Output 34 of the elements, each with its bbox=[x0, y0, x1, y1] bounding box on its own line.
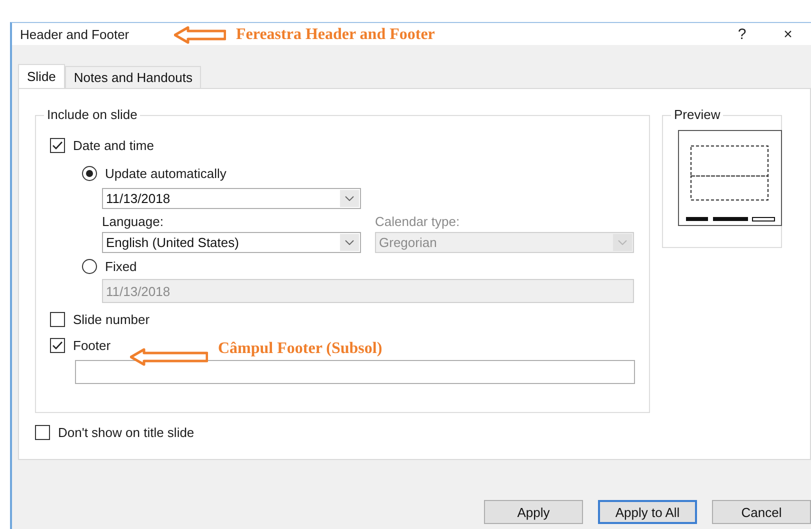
group-label: Preview bbox=[671, 107, 724, 122]
caret-icon bbox=[345, 240, 354, 245]
arrow-icon bbox=[130, 348, 208, 366]
checkbox-label: Slide number bbox=[73, 312, 150, 327]
dialog-button[interactable]: Apply to All bbox=[598, 500, 697, 524]
caret-icon bbox=[345, 196, 354, 201]
close-button[interactable]: × bbox=[765, 23, 811, 45]
help-button[interactable]: ? bbox=[719, 23, 765, 45]
checkbox[interactable] bbox=[50, 312, 65, 327]
window-title: Header and Footer bbox=[20, 26, 130, 42]
checkmark-icon bbox=[52, 141, 63, 150]
annotation-text: Fereastra Header and Footer bbox=[236, 26, 435, 44]
radio-label: Update automatically bbox=[105, 166, 226, 181]
dropdown[interactable]: 11/13/2018 bbox=[102, 188, 361, 209]
checkbox[interactable] bbox=[35, 425, 50, 440]
annotation-text: Câmpul Footer (Subsol) bbox=[218, 340, 382, 358]
checkbox[interactable] bbox=[50, 338, 65, 353]
group-label: Include on slide bbox=[44, 107, 140, 122]
dropdown[interactable]: English (United States) bbox=[102, 232, 361, 253]
checkmark-icon bbox=[52, 341, 63, 350]
dialog-button[interactable]: Cancel bbox=[712, 500, 811, 524]
radio-button[interactable] bbox=[82, 166, 97, 181]
input-field[interactable] bbox=[75, 360, 635, 384]
caret-icon bbox=[618, 240, 627, 245]
field-label: Calendar type: bbox=[375, 214, 461, 229]
checkbox[interactable] bbox=[50, 138, 65, 153]
checkbox-label: Footer bbox=[73, 338, 111, 353]
checkbox-label: Don't show on title slide bbox=[58, 425, 194, 440]
radio-label: Fixed bbox=[105, 259, 137, 274]
field-label: Language: bbox=[102, 214, 164, 229]
tab[interactable]: Slide bbox=[18, 64, 65, 88]
checkbox-label: Date and time bbox=[73, 138, 154, 153]
dialog-button[interactable]: Apply bbox=[484, 500, 583, 524]
tab[interactable]: Notes and Handouts bbox=[64, 66, 202, 88]
